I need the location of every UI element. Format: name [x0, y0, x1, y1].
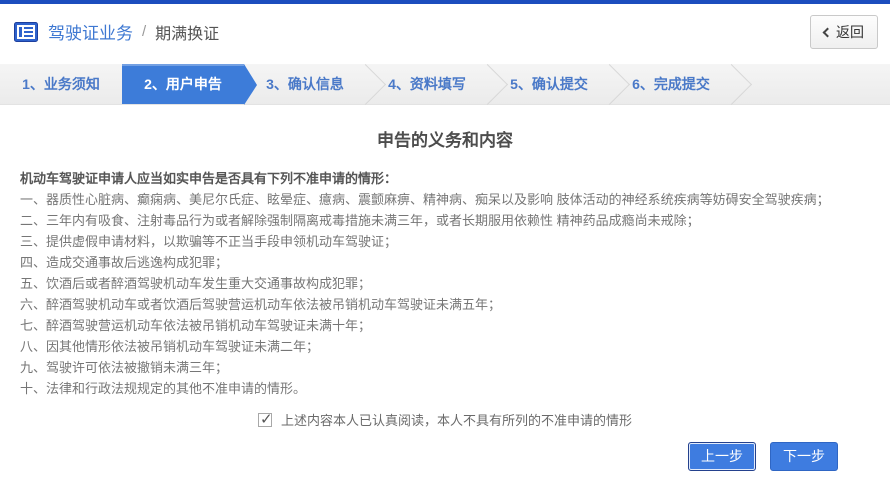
step-tab-2-label: 2、用户申告 — [144, 76, 222, 92]
step-tab-5: 5、确认提交 — [488, 64, 610, 104]
chevron-left-icon — [823, 27, 833, 37]
step-tab-6-label: 6、完成提交 — [632, 76, 710, 92]
declaration-item-9: 九、驾驶许可依法被撤销未满三年； — [20, 357, 870, 378]
declaration-item-4: 四、造成交通事故后逃逸构成犯罪； — [20, 252, 870, 273]
step-wizard: 1、业务须知 2、用户申告 3、确认信息 4、资料填写 5、确认提交 6、完成提… — [0, 64, 890, 105]
breadcrumb-separator: / — [142, 23, 146, 40]
card-list-icon — [14, 22, 38, 42]
declaration-item-1: 一、器质性心脏病、癫痫病、美尼尔氏症、眩晕症、癔病、震颤麻痹、精神病、痴呆以及影… — [20, 189, 870, 210]
breadcrumb-current-page: 期满换证 — [155, 20, 219, 44]
declaration-item-3: 三、提供虚假申请材料，以欺骗等不正当手段申领机动车驾驶证； — [20, 231, 870, 252]
declaration-item-10: 十、法律和行政法规规定的其他不准申请的情形。 — [20, 378, 870, 399]
step-tab-5-label: 5、确认提交 — [510, 76, 588, 92]
back-button-label: 返回 — [836, 22, 864, 42]
step-tab-1: 1、业务须知 — [0, 64, 122, 104]
declaration-intro: 机动车驾驶证申请人应当如实申告是否具有下列不准申请的情形： — [20, 168, 870, 189]
step-tab-3-label: 3、确认信息 — [266, 76, 344, 92]
declaration-item-2: 二、三年内有吸食、注射毒品行为或者解除强制隔离戒毒措施未满三年，或者长期服用依赖… — [20, 210, 870, 231]
declaration-item-5: 五、饮酒后或者醉酒驾驶机动车发生重大交通事故构成犯罪； — [20, 273, 870, 294]
step-tab-4: 4、资料填写 — [366, 64, 488, 104]
back-button[interactable]: 返回 — [810, 15, 878, 49]
page-title: 申告的义务和内容 — [20, 126, 870, 151]
next-step-button[interactable]: 下一步 — [770, 442, 838, 471]
step-tab-4-label: 4、资料填写 — [388, 76, 466, 92]
declaration-item-6: 六、醉酒驾驶机动车或者饮酒后驾驶营运机动车依法被吊销机动车驾驶证未满五年； — [20, 294, 870, 315]
step-wizard-filler — [732, 64, 890, 104]
breadcrumb-business-type[interactable]: 驾驶证业务 — [48, 19, 133, 44]
agreement-checkbox-label[interactable]: 上述内容本人已认真阅读，本人不具有所列的不准申请的情形 — [281, 413, 632, 428]
header: 驾驶证业务 / 期满换证 返回 — [0, 4, 890, 59]
step-tab-2-active: 2、用户申告 — [122, 64, 244, 104]
step-tab-3: 3、确认信息 — [244, 64, 366, 104]
footer-actions: 上一步 下一步 — [688, 442, 838, 471]
previous-step-button[interactable]: 上一步 — [688, 442, 756, 471]
declaration-content: 申告的义务和内容 机动车驾驶证申请人应当如实申告是否具有下列不准申请的情形： 一… — [0, 126, 890, 429]
agreement-row: 上述内容本人已认真阅读，本人不具有所列的不准申请的情形 — [20, 410, 870, 429]
step-tab-1-label: 1、业务须知 — [22, 76, 100, 92]
declaration-item-8: 八、因其他情形依法被吊销机动车驾驶证未满二年； — [20, 336, 870, 357]
declaration-item-7: 七、醉酒驾驶营运机动车依法被吊销机动车驾驶证未满十年； — [20, 315, 870, 336]
agreement-checkbox[interactable] — [258, 413, 272, 427]
step-tab-6: 6、完成提交 — [610, 64, 732, 104]
